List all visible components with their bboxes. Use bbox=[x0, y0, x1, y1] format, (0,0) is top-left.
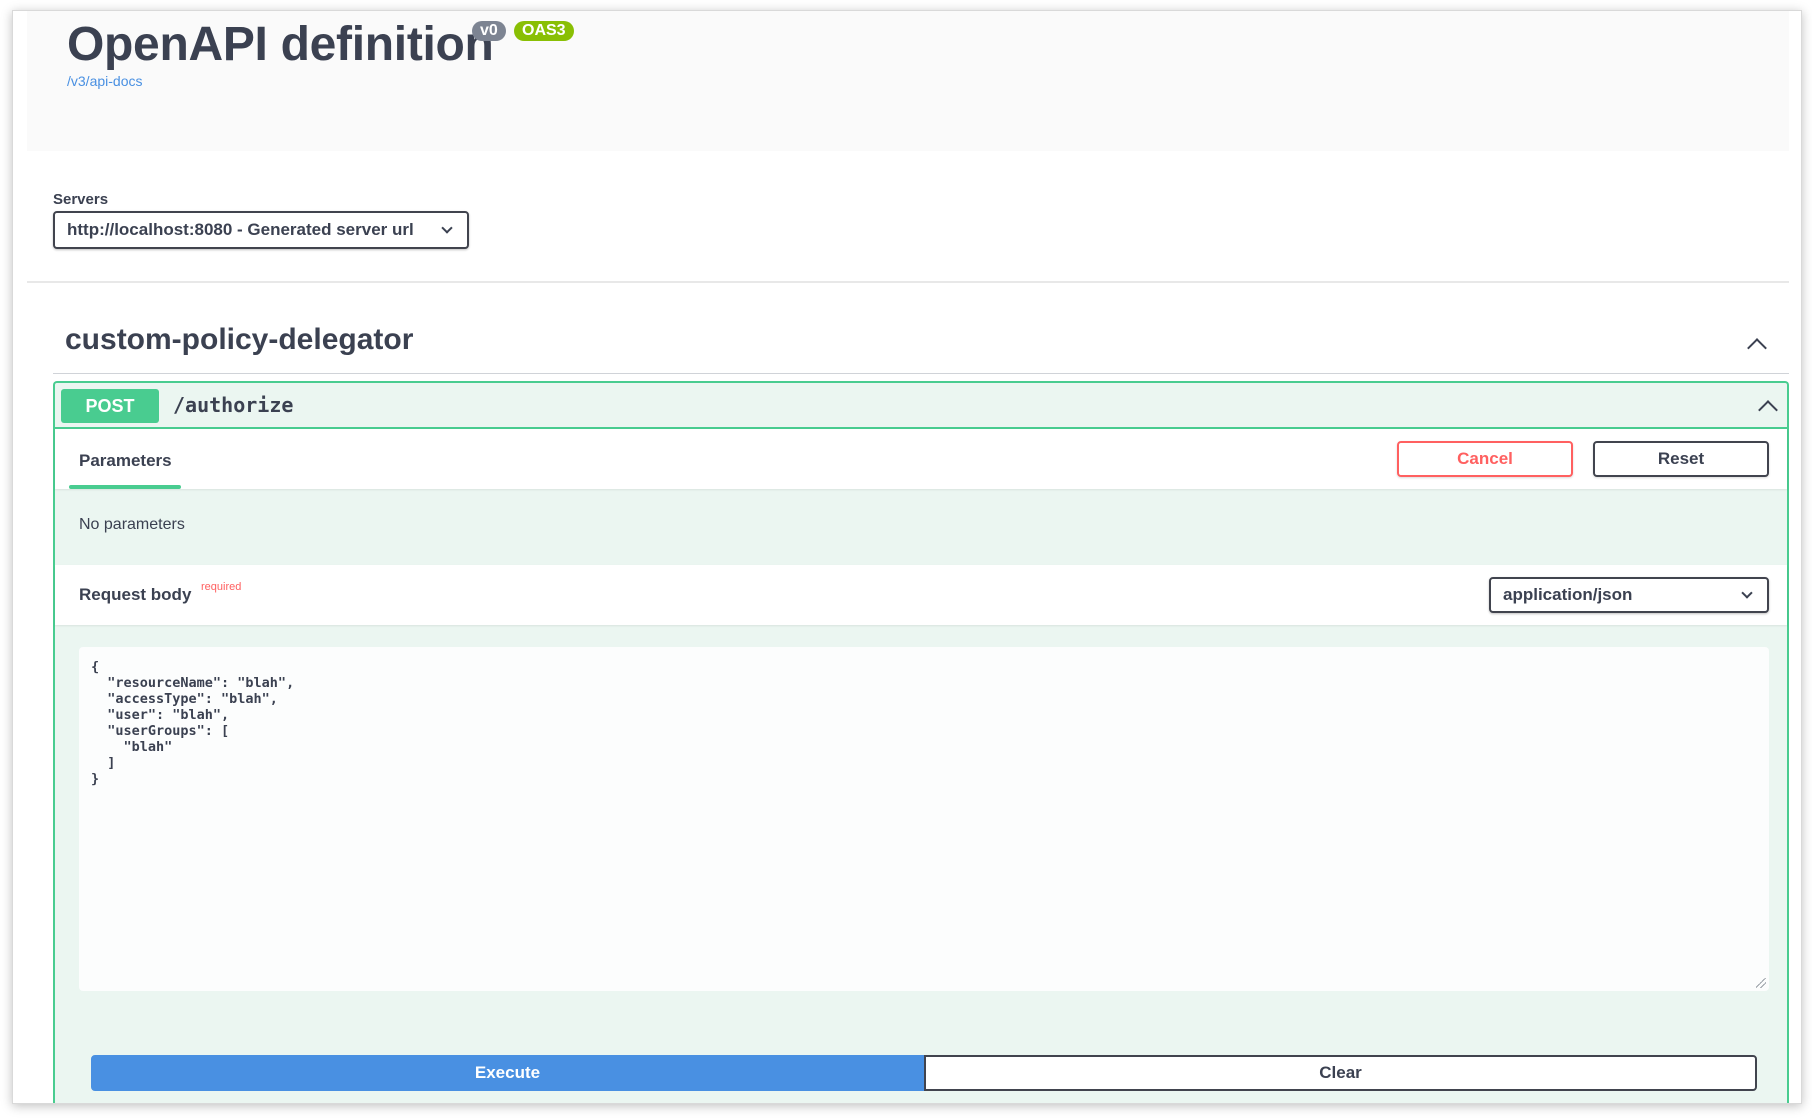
tab-active-indicator bbox=[69, 485, 181, 489]
api-docs-link[interactable]: /v3/api-docs bbox=[67, 73, 142, 89]
servers-label: Servers bbox=[53, 191, 109, 208]
required-marker: required bbox=[201, 581, 242, 593]
execute-button[interactable]: Execute bbox=[91, 1055, 924, 1091]
chevron-down-icon bbox=[1741, 586, 1753, 599]
content-type-value: application/json bbox=[1503, 585, 1633, 604]
reset-button[interactable]: Reset bbox=[1593, 441, 1769, 477]
operation-block: POST /authorize Parameters Cancel Reset … bbox=[53, 381, 1789, 1103]
tag-title[interactable]: custom-policy-delegator bbox=[65, 323, 413, 357]
tab-parameters[interactable]: Parameters bbox=[79, 451, 172, 471]
method-badge: POST bbox=[61, 389, 159, 423]
oas-badge: OAS3 bbox=[514, 21, 574, 41]
cancel-button[interactable]: Cancel bbox=[1397, 441, 1573, 477]
no-parameters-text: No parameters bbox=[79, 516, 185, 533]
clear-button[interactable]: Clear bbox=[924, 1055, 1757, 1091]
operation-path: /authorize bbox=[173, 393, 294, 417]
parameters-header: Parameters Cancel Reset bbox=[55, 429, 1787, 489]
execute-wrapper: Execute Clear bbox=[91, 1055, 1757, 1091]
chevron-down-icon bbox=[441, 221, 453, 234]
divider bbox=[53, 373, 1789, 374]
servers-selected-value: http://localhost:8080 - Generated server… bbox=[67, 220, 414, 239]
request-body-header: Request body required application/json bbox=[55, 565, 1787, 625]
chevron-up-icon[interactable] bbox=[1747, 338, 1767, 358]
servers-select[interactable]: http://localhost:8080 - Generated server… bbox=[53, 211, 469, 249]
content-type-select[interactable]: application/json bbox=[1489, 577, 1769, 613]
request-body-title: Request body bbox=[79, 585, 192, 604]
divider bbox=[27, 281, 1789, 283]
swagger-ui-window: OpenAPI definition v0 OAS3 /v3/api-docs … bbox=[12, 10, 1802, 1104]
request-body-editor[interactable]: { "resourceName": "blah", "accessType": … bbox=[79, 647, 1769, 991]
version-badge: v0 bbox=[472, 21, 506, 41]
info-section: OpenAPI definition v0 OAS3 /v3/api-docs bbox=[27, 11, 1789, 151]
operation-summary[interactable]: POST /authorize bbox=[55, 383, 1787, 429]
chevron-up-icon[interactable] bbox=[1758, 400, 1778, 420]
api-title: OpenAPI definition bbox=[67, 18, 494, 71]
